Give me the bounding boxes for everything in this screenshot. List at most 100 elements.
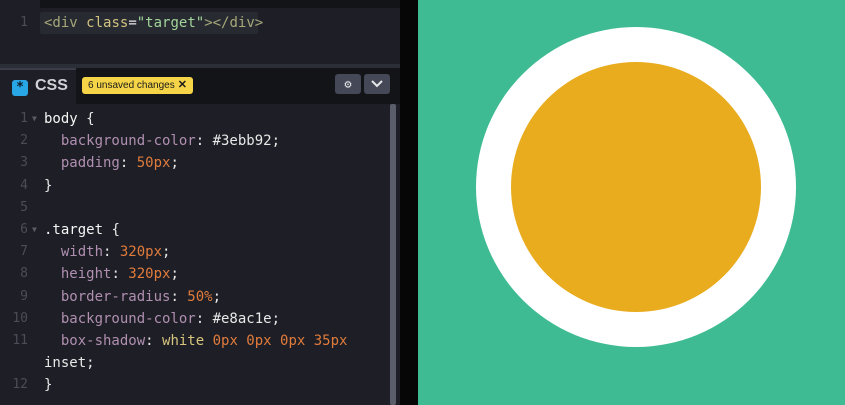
css-editor-header: * CSS 6 unsaved changes ✕ ⚙ [0, 68, 400, 104]
code-text: body { [44, 108, 95, 130]
line-number: 3 [20, 155, 28, 171]
settings-button[interactable]: ⚙ [335, 74, 361, 94]
code-text: } [44, 374, 52, 396]
code-line[interactable]: 1 ▼ body { [0, 108, 390, 130]
code-text: background-color: #e8ac1e; [44, 308, 280, 330]
line-number: 5 [20, 199, 28, 215]
code-token: .target [44, 222, 112, 238]
line-number: 7 [20, 244, 28, 260]
code-line[interactable]: 10 background-color: #e8ac1e; [0, 308, 390, 330]
code-token: inset [44, 355, 87, 372]
code-token: body [44, 111, 87, 127]
code-token: = [128, 15, 137, 31]
fold-arrow-icon[interactable]: ▼ [32, 108, 37, 130]
code-line[interactable]: 3 padding: 50px; [0, 152, 390, 174]
code-token: 50px [136, 155, 171, 172]
line-number: 11 [12, 333, 28, 348]
code-token: ></div> [204, 15, 264, 31]
code-token: padding [44, 155, 120, 172]
code-token: : [170, 288, 188, 305]
code-token: #e8ac1e [212, 310, 272, 327]
html-panel-top-strip [40, 0, 400, 8]
unsaved-changes-text: 6 unsaved changes [88, 80, 175, 91]
code-token: ; [86, 355, 95, 372]
code-token: 0px 0px 0px 35px [212, 333, 348, 349]
target-outer-shadow [476, 27, 796, 347]
collapse-button[interactable] [364, 74, 390, 94]
code-token: "target" [136, 15, 205, 31]
code-line[interactable]: 12} [0, 374, 390, 396]
code-line[interactable]: 1 <div class="target"></div> [0, 12, 390, 34]
line-number: 4 [20, 177, 28, 193]
code-text: inset; [44, 352, 95, 374]
close-icon[interactable]: ✕ [178, 79, 187, 91]
line-number: 6 [20, 222, 28, 237]
css-scrollbar[interactable] [390, 104, 396, 405]
code-text: border-radius: 50%; [44, 286, 221, 308]
tab-css[interactable]: * CSS [0, 68, 76, 104]
code-token: <div [44, 15, 87, 31]
code-token: : [195, 310, 213, 327]
code-text: background-color: #3ebb92; [44, 130, 280, 152]
code-token: : [119, 155, 137, 172]
code-line[interactable]: 7 width: 320px; [0, 241, 390, 263]
css-editor-body[interactable]: 1 ▼ body {2 background-color: #3ebb92; 3 pa… [0, 104, 400, 405]
code-text: padding: 50px; [44, 152, 179, 174]
line-number: 1 [20, 111, 28, 126]
code-line[interactable]: 6 ▼ .target { [0, 219, 390, 241]
gear-icon: ⚙ [344, 77, 352, 91]
code-line[interactable]: inset; [0, 352, 390, 374]
code-token: ; [271, 133, 281, 150]
fold-arrow-icon[interactable]: ▼ [32, 219, 37, 241]
code-token: ; [271, 310, 281, 327]
code-token: white [162, 333, 213, 349]
code-text: height: 320px; [44, 263, 179, 285]
preview-panel [418, 0, 845, 405]
code-token: } [44, 377, 53, 394]
line-number: 8 [20, 266, 28, 282]
line-number: 1 [20, 15, 28, 30]
code-token: height [44, 266, 112, 283]
code-token: ; [170, 155, 179, 172]
code-token: : [111, 266, 129, 283]
code-token: ; [212, 288, 222, 305]
code-token: box-shadow [44, 333, 146, 349]
code-token: class [86, 15, 129, 31]
resize-gutter[interactable] [400, 0, 418, 405]
target-circle [511, 62, 761, 312]
code-text: width: 320px; [44, 241, 171, 263]
code-token: : [195, 133, 213, 150]
code-token: background-color [44, 133, 196, 150]
code-token: : [103, 244, 120, 261]
code-text: box-shadow: white 0px 0px 0px 35px [44, 330, 348, 352]
html-editor-panel[interactable]: 1 <div class="target"></div> [0, 0, 400, 64]
code-token: { [86, 111, 95, 127]
code-line[interactable]: 9 border-radius: 50%; [0, 286, 390, 308]
code-token: #3ebb92 [212, 133, 272, 150]
code-line[interactable]: 2 background-color: #3ebb92; [0, 130, 390, 152]
code-token: width [44, 244, 104, 261]
code-token: border-radius [44, 288, 171, 305]
code-token: 320px [119, 244, 163, 261]
unsaved-changes-badge[interactable]: 6 unsaved changes ✕ [82, 77, 193, 94]
code-token: 50% [187, 288, 213, 305]
line-number: 2 [20, 133, 28, 149]
line-number: 10 [12, 310, 28, 326]
code-line[interactable]: 4} [0, 175, 390, 197]
line-number: 12 [12, 377, 28, 393]
code-text: } [44, 175, 52, 197]
chevron-down-icon [371, 80, 383, 88]
code-token: ; [162, 244, 171, 261]
code-token: { [111, 222, 120, 238]
code-token: 320px [128, 266, 171, 283]
code-text: .target { [44, 219, 120, 241]
code-line[interactable]: 5 [0, 197, 390, 219]
code-line[interactable]: 8 height: 320px; [0, 263, 390, 285]
code-token: background-color [44, 310, 196, 327]
code-token: : [145, 333, 163, 349]
code-token: ; [170, 266, 179, 283]
line-number: 9 [20, 288, 28, 304]
css-asterisk-icon: * [12, 80, 28, 96]
code-line[interactable]: 11 box-shadow: white 0px 0px 0px 35px [0, 330, 390, 352]
code-token: } [44, 177, 53, 194]
